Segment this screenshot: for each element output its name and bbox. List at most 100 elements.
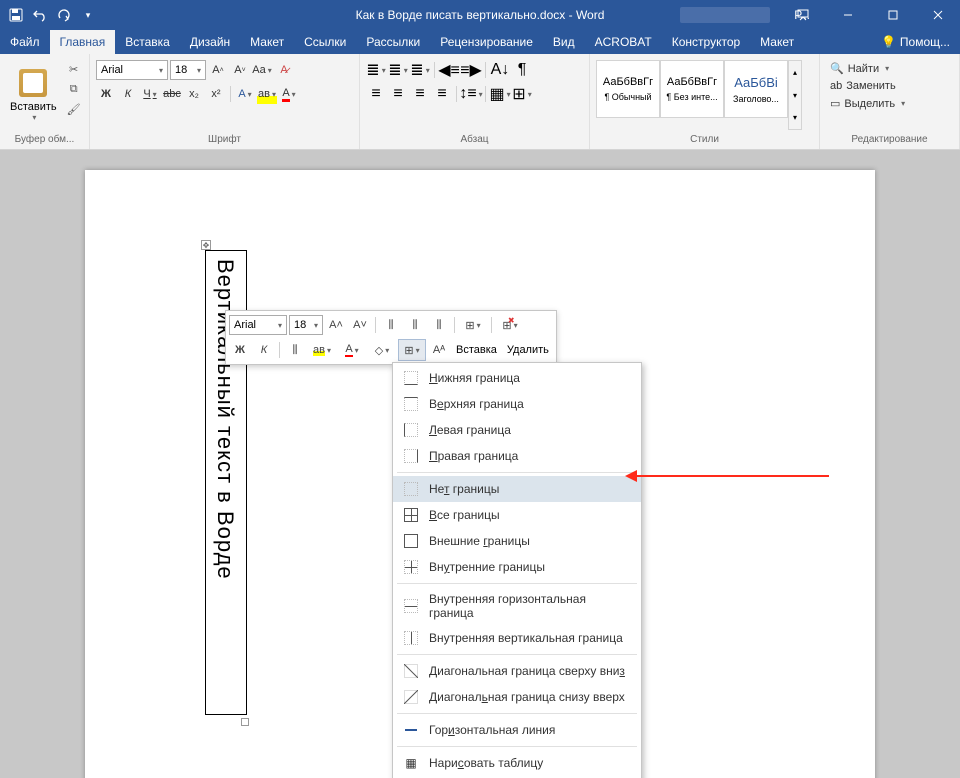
align-left-icon[interactable]: ≡ [366,84,386,104]
bullets-icon[interactable]: ≣▾ [366,60,386,80]
align-center-icon[interactable]: ≡ [388,84,408,104]
tab-review[interactable]: Рецензирование [430,30,543,54]
styles-up-icon[interactable]: ▴ [789,61,801,84]
redo-icon[interactable] [56,7,72,23]
maximize-icon[interactable] [870,0,915,30]
sort-icon[interactable]: A↓ [490,60,510,80]
mini-font-combo[interactable]: Arial▾ [229,315,287,335]
tab-references[interactable]: Ссылки [294,30,356,54]
mini-shrink-icon[interactable]: A˅ [349,314,371,336]
menu-border-none[interactable]: Нет границы [393,476,641,502]
style-no-spacing[interactable]: АаБбВвГг ¶ Без инте... [660,60,724,118]
tab-insert[interactable]: Вставка [115,30,180,54]
style-normal[interactable]: АаБбВвГг ¶ Обычный [596,60,660,118]
show-marks-icon[interactable]: ¶ [512,60,532,80]
style-heading1[interactable]: АаБбВі Заголово... [724,60,788,118]
tell-me[interactable]: 💡 Помощ... [871,30,960,54]
menu-border-outside[interactable]: Внешние границы [393,528,641,554]
mini-align-icon[interactable]: ⫼ [284,339,306,361]
mini-col1-icon[interactable]: ⫼ [380,314,402,336]
subscript-button[interactable]: x₂ [184,84,204,104]
text-effects-icon[interactable]: A▾ [235,84,255,104]
menu-border-left[interactable]: Левая граница [393,417,641,443]
save-icon[interactable] [8,7,24,23]
table-resize-handle-icon[interactable] [241,718,249,726]
tab-table-layout[interactable]: Макет [750,30,804,54]
replace-button[interactable]: abЗаменить [826,78,953,94]
menu-draw-table[interactable]: ▦Нарисовать таблицу [393,750,641,776]
table-move-handle-icon[interactable]: ✥ [201,240,211,250]
mini-size-combo[interactable]: 18▾ [289,315,323,335]
increase-indent-icon[interactable]: ≡▶ [461,60,481,80]
mini-grow-icon[interactable]: A˄ [325,314,347,336]
menu-border-diag-down[interactable]: Диагональная граница сверху вниз [393,658,641,684]
bold-button[interactable]: Ж [96,84,116,104]
mini-table-icon[interactable]: ⊞▾ [459,314,487,336]
tab-home[interactable]: Главная [50,30,116,54]
italic-button[interactable]: К [118,84,138,104]
font-name-combo[interactable]: Arial▾ [96,60,168,80]
paste-button[interactable]: Вставить ▾ [4,56,63,134]
mini-highlight-icon[interactable]: aʙ▾ [308,339,336,361]
font-color-icon[interactable]: A▾ [279,84,299,104]
menu-border-right[interactable]: Правая граница [393,443,641,469]
mini-col2-icon[interactable]: ⫼ [404,314,426,336]
highlight-icon[interactable]: aʙ▾ [257,84,277,104]
align-right-icon[interactable]: ≡ [410,84,430,104]
strike-button[interactable]: abc [162,84,182,104]
tab-view[interactable]: Вид [543,30,585,54]
grow-font-icon[interactable]: A˄ [208,60,228,80]
tab-mailings[interactable]: Рассылки [356,30,430,54]
mini-bold-button[interactable]: Ж [229,339,251,361]
change-case-icon[interactable]: Aa▾ [252,60,272,80]
mini-delete-button[interactable]: Удалить [503,339,553,361]
mini-fontcolor-icon[interactable]: A▾ [338,339,366,361]
menu-horizontal-line[interactable]: Горизонтальная линия [393,717,641,743]
mini-borders-button[interactable]: ⊞▾ [398,339,426,361]
decrease-indent-icon[interactable]: ◀≡ [439,60,459,80]
shading-icon[interactable]: ▦▾ [490,84,510,104]
mini-italic-button[interactable]: К [253,339,275,361]
styles-scroll[interactable]: ▴ ▾ ▾ [788,60,802,130]
tab-acrobat[interactable]: ACROBAT [585,30,662,54]
numbering-icon[interactable]: ≣▾ [388,60,408,80]
mini-insert-button[interactable]: Вставка [452,339,501,361]
minimize-icon[interactable] [825,0,870,30]
menu-border-diag-up[interactable]: Диагональная граница снизу вверх [393,684,641,710]
tab-design[interactable]: Дизайн [180,30,240,54]
tab-file[interactable]: Файл [0,30,50,54]
mini-styles-icon[interactable]: Aᴬ [428,339,450,361]
menu-border-inside-v[interactable]: Внутренняя вертикальная граница [393,625,641,651]
undo-icon[interactable] [32,7,48,23]
line-spacing-icon[interactable]: ↕≡▾ [461,84,481,104]
cut-icon[interactable]: ✂ [65,60,83,78]
copy-icon[interactable]: ⧉ [65,80,83,98]
find-button[interactable]: 🔍Найти▾ [826,60,953,77]
mini-col3-icon[interactable]: ⫼ [428,314,450,336]
shrink-font-icon[interactable]: A˅ [230,60,250,80]
menu-border-top[interactable]: Верхняя граница [393,391,641,417]
menu-border-inside[interactable]: Внутренние границы [393,554,641,580]
tab-table-design[interactable]: Конструктор [662,30,750,54]
select-button[interactable]: ▭Выделить▾ [826,95,953,112]
multilevel-icon[interactable]: ≣▾ [410,60,430,80]
page[interactable]: ✥ Вертикальный текст в Ворде Arial▾ 18▾ … [85,170,875,778]
font-size-combo[interactable]: 18▾ [170,60,206,80]
menu-border-bottom[interactable]: Нижняя граница [393,365,641,391]
menu-border-all[interactable]: Все границы [393,502,641,528]
qat-customize-icon[interactable]: ▾ [80,7,96,23]
superscript-button[interactable]: x² [206,84,226,104]
clear-format-icon[interactable]: A̷ [274,60,294,80]
format-painter-icon[interactable]: 🖌 [65,100,83,118]
borders-icon[interactable]: ⊞▾ [512,84,532,104]
mini-delete-table-icon[interactable]: ⊞✖▾ [496,314,524,336]
justify-icon[interactable]: ≡ [432,84,452,104]
close-icon[interactable] [915,0,960,30]
account-label[interactable]: Р... [794,8,810,22]
mini-shading-icon[interactable]: ◇▾ [368,339,396,361]
menu-border-inside-h[interactable]: Внутренняя горизонтальная граница [393,587,641,625]
styles-more-icon[interactable]: ▾ [789,106,801,129]
tab-layout[interactable]: Макет [240,30,294,54]
styles-down-icon[interactable]: ▾ [789,84,801,107]
underline-button[interactable]: Ч▾ [140,84,160,104]
